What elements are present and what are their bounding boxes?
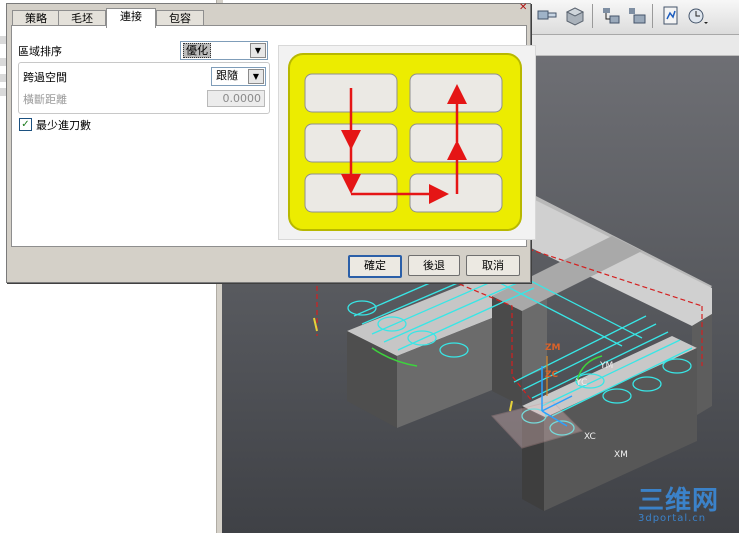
chevron-down-icon[interactable]: ▼	[248, 69, 264, 84]
ym-axis-label: YM	[600, 361, 614, 371]
cross-voids-value: 跟隨	[216, 69, 238, 82]
back-button[interactable]: 後退	[408, 255, 460, 276]
region-sequence-select[interactable]: 優化 ▼	[180, 41, 268, 60]
watermark-url: 3dportal.cn	[638, 513, 707, 524]
region-sequence-label: 區域排序	[18, 45, 62, 58]
sequence-preview-image	[278, 45, 536, 240]
zm-axis-label: ZM	[545, 343, 561, 353]
watermark-title: 三维网	[638, 486, 720, 516]
region-sequence-value: 優化	[183, 43, 211, 58]
cancel-button[interactable]: 取消	[466, 255, 520, 276]
cavity-mill-dialog: ✕ 策略 毛坯 連接 包容 區域排序 優化 ▼ 跨過空間 跟隨 ▼ 橫斷距離 0…	[6, 2, 536, 283]
block-icon[interactable]	[564, 5, 586, 27]
region-order-diagram	[288, 53, 522, 231]
cross-voids-group: 跨過空間 跟隨 ▼ 橫斷距離 0.0000	[18, 62, 270, 114]
min-engagement-label: 最少進刀數	[36, 119, 91, 132]
yc-axis-label: YC	[576, 378, 588, 388]
ok-button[interactable]: 確定	[348, 255, 402, 278]
tab-connections[interactable]: 連接	[106, 8, 156, 28]
cross-voids-select[interactable]: 跟隨 ▼	[211, 67, 266, 86]
xc-axis-label: XC	[584, 432, 596, 442]
main-toolbar	[530, 0, 739, 35]
tool-holder-icon[interactable]	[536, 5, 558, 27]
zc-axis-label: ZC	[545, 370, 559, 380]
xm-axis-label: XM	[614, 450, 628, 460]
generate-toolpath-icon[interactable]	[660, 5, 682, 27]
step-distance-label: 橫斷距離	[23, 93, 67, 106]
chevron-down-icon[interactable]: ▼	[250, 43, 266, 58]
toolbar-strip	[530, 35, 739, 56]
min-engagement-checkbox[interactable]: ✓	[19, 118, 32, 131]
cross-voids-label: 跨過空間	[23, 71, 67, 84]
operation-navigator-icon[interactable]	[600, 5, 622, 27]
close-icon[interactable]: ✕	[519, 2, 527, 13]
step-distance-field: 0.0000	[207, 90, 265, 107]
machine-tool-view-icon[interactable]	[626, 5, 648, 27]
connections-panel: 區域排序 優化 ▼ 跨過空間 跟隨 ▼ 橫斷距離 0.0000 ✓ 最少進刀數	[11, 25, 536, 247]
clock-dropdown-icon[interactable]	[686, 5, 708, 27]
watermark: 三维网 3dportal.cn	[638, 480, 719, 524]
